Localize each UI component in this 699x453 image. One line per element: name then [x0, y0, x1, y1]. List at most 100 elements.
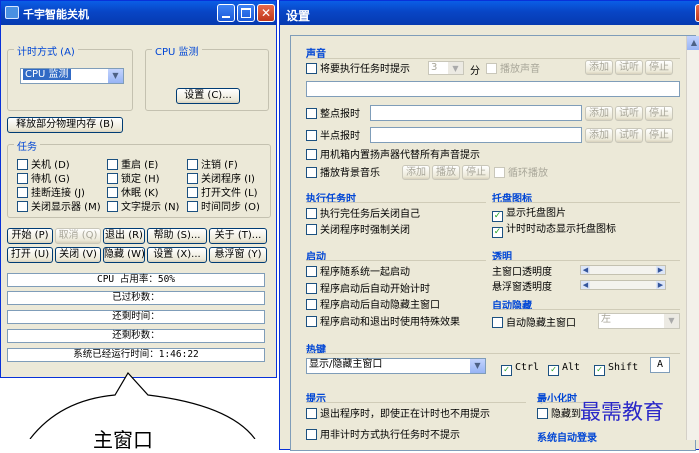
bg-music-checkbox[interactable]: 播放背景音乐	[306, 167, 380, 180]
close-self-checkbox[interactable]: 执行完任务后关闭自己	[306, 208, 420, 221]
hourly-chime-input[interactable]	[370, 105, 582, 121]
stop-button-2[interactable]: 停止	[645, 106, 673, 121]
auto-hide-position-select[interactable]: 左 ▼	[598, 313, 680, 329]
buttons-row2-button-1[interactable]: 关闭 (V)	[55, 247, 101, 263]
stop-button-1[interactable]: 停止	[645, 60, 673, 75]
task-checkbox-1-2[interactable]: 关闭程序 (I)	[187, 173, 255, 186]
ctrl-checkbox[interactable]: ✓ Ctrl	[501, 362, 539, 376]
special-effects-checkbox[interactable]: 程序启动和退出时使用特殊效果	[306, 316, 460, 329]
auto-hide-main-on-start-checkbox[interactable]: 程序启动后自动隐藏主窗口	[306, 299, 440, 312]
execute-task-separator	[306, 202, 486, 203]
checkbox-box[interactable]	[107, 159, 118, 170]
release-memory-button[interactable]: 释放部分物理内存 (B)	[7, 117, 123, 133]
timing-mode-select[interactable]: CPU 监测 ▼	[20, 68, 124, 84]
checkbox-box[interactable]	[187, 201, 198, 212]
chevron-down-icon: ▼	[664, 314, 679, 328]
arrow-left-icon[interactable]: ◀	[581, 281, 590, 289]
show-tray-checkbox[interactable]: ✓ 显示托盘图片	[492, 208, 566, 222]
float-window-transparency-slider[interactable]: ◀ ▶	[580, 280, 666, 290]
checkbox-box[interactable]	[107, 201, 118, 212]
task-checkbox-0-0[interactable]: 关机 (D)	[17, 159, 70, 172]
task-checkbox-3-2[interactable]: 时间同步 (O)	[187, 201, 260, 214]
task-checkbox-1-1[interactable]: 锁定 (H)	[107, 173, 160, 186]
bg-stop-button[interactable]: 停止	[462, 165, 490, 180]
shift-checkbox[interactable]: ✓ Shift	[594, 362, 638, 376]
settings-close-button[interactable]: ✕	[695, 4, 699, 22]
hotkey-key-input[interactable]: A	[650, 357, 670, 373]
task-checkbox-2-2[interactable]: 打开文件 (L)	[187, 187, 258, 200]
vertical-scrollbar[interactable]: ▲	[686, 36, 699, 440]
buttons-row1-button-2[interactable]: 退出 (R)	[103, 228, 145, 244]
add-button-3[interactable]: 添加	[585, 128, 613, 143]
dynamic-tray-checkbox[interactable]: ✓ 计时时动态显示托盘图标	[492, 224, 616, 238]
preview-button-3[interactable]: 试听	[615, 128, 643, 143]
hourly-chime-checkbox[interactable]: 整点报时	[306, 108, 360, 121]
minutes-unit: 分	[470, 66, 480, 77]
alt-checkbox[interactable]: ✓ Alt	[548, 362, 580, 376]
settings-window-title: 设置	[286, 9, 311, 23]
exit-no-prompt-checkbox[interactable]: 退出程序时，即使正在计时也不用提示	[306, 408, 490, 421]
checkbox-box[interactable]	[17, 159, 28, 170]
notify-before-checkbox[interactable]: 将要执行任务时提示	[306, 63, 410, 76]
task-checkbox-3-1[interactable]: 文字提示 (N)	[107, 201, 179, 214]
add-button-2[interactable]: 添加	[585, 106, 613, 121]
main-titlebar[interactable]: 千宇智能关机 ✕	[1, 1, 276, 25]
pc-speaker-checkbox[interactable]: 用机箱内置扬声器代替所有声音提示	[306, 149, 480, 162]
play-sound-checkbox[interactable]: 播放声音	[486, 63, 540, 76]
preview-button-1[interactable]: 试听	[615, 60, 643, 75]
task-checkbox-0-2[interactable]: 注销 (F)	[187, 159, 238, 172]
buttons-row2-button-0[interactable]: 打开 (U)	[7, 247, 53, 263]
arrow-left-icon[interactable]: ◀	[581, 266, 590, 274]
scroll-up-icon[interactable]: ▲	[687, 36, 699, 50]
task-checkbox-2-0[interactable]: 挂断连接 (J)	[17, 187, 85, 200]
settings-titlebar[interactable]: 设置 ✕	[280, 1, 699, 25]
arrow-right-icon[interactable]: ▶	[656, 266, 665, 274]
task-checkbox-1-0[interactable]: 待机 (G)	[17, 173, 70, 186]
chevron-down-icon: ▼	[470, 359, 485, 373]
minimize-button[interactable]	[217, 4, 235, 22]
task-checkbox-3-0[interactable]: 关闭显示器 (M)	[17, 201, 101, 214]
auto-timing-checkbox[interactable]: 程序启动后自动开始计时	[306, 283, 430, 296]
auto-hide-main-checkbox[interactable]: 自动隐藏主窗口	[492, 317, 576, 330]
minimize-hide-checkbox[interactable]: 隐藏到	[537, 408, 581, 421]
prompt-separator	[306, 402, 526, 403]
add-button-1[interactable]: 添加	[585, 60, 613, 75]
checkbox-box[interactable]	[17, 173, 28, 184]
checkbox-box[interactable]	[187, 159, 198, 170]
close-button[interactable]: ✕	[257, 4, 275, 22]
notify-sound-path-input[interactable]	[306, 81, 680, 97]
minutes-select[interactable]: 3 ▼	[428, 61, 464, 75]
half-hour-chime-checkbox[interactable]: 半点报时	[306, 130, 360, 143]
timing-mode-group: 计时方式 (A) CPU 监测 ▼	[7, 43, 133, 111]
task-checkbox-2-1[interactable]: 休眠 (K)	[107, 187, 159, 200]
bg-play-button[interactable]: 播放	[432, 165, 460, 180]
loop-play-checkbox[interactable]: 循环播放	[494, 167, 548, 180]
preview-button-2[interactable]: 试听	[615, 106, 643, 121]
buttons-row1-button-4[interactable]: 关于 (T)...	[209, 228, 267, 244]
stop-button-3[interactable]: 停止	[645, 128, 673, 143]
hotkey-action-select[interactable]: 显示/隐藏主窗口 ▼	[306, 358, 486, 374]
bg-add-button[interactable]: 添加	[402, 165, 430, 180]
half-hour-chime-input[interactable]	[370, 127, 582, 143]
checkbox-box[interactable]	[107, 173, 118, 184]
buttons-row1-button-3[interactable]: 帮助 (S)...	[147, 228, 207, 244]
buttons-row1-button-0[interactable]: 开始 (P)	[7, 228, 53, 244]
checkbox-box[interactable]	[17, 201, 28, 212]
force-close-checkbox[interactable]: 关闭程序时强制关闭	[306, 224, 410, 237]
buttons-row2-button-4[interactable]: 悬浮窗 (Y)	[209, 247, 267, 263]
buttons-row2-button-3[interactable]: 设置 (X)...	[147, 247, 207, 263]
start-with-system-checkbox[interactable]: 程序随系统一起启动	[306, 266, 410, 279]
system-uptime-display: 系统已经运行时间：1:46:22	[7, 348, 265, 362]
task-checkbox-0-1[interactable]: 重启 (E)	[107, 159, 158, 172]
checkbox-box[interactable]	[17, 187, 28, 198]
non-timing-no-prompt-checkbox[interactable]: 用非计时方式执行任务时不提示	[306, 429, 460, 442]
cpu-settings-button[interactable]: 设置 (C)...	[176, 88, 240, 104]
maximize-button[interactable]	[237, 4, 255, 22]
buttons-row1-button-1[interactable]: 取消 (Q)	[55, 228, 101, 244]
buttons-row2-button-2[interactable]: 隐藏 (W)	[103, 247, 145, 263]
checkbox-box[interactable]	[107, 187, 118, 198]
arrow-right-icon[interactable]: ▶	[656, 281, 665, 289]
checkbox-box[interactable]	[187, 187, 198, 198]
checkbox-box[interactable]	[187, 173, 198, 184]
main-window-transparency-slider[interactable]: ◀ ▶	[580, 265, 666, 275]
